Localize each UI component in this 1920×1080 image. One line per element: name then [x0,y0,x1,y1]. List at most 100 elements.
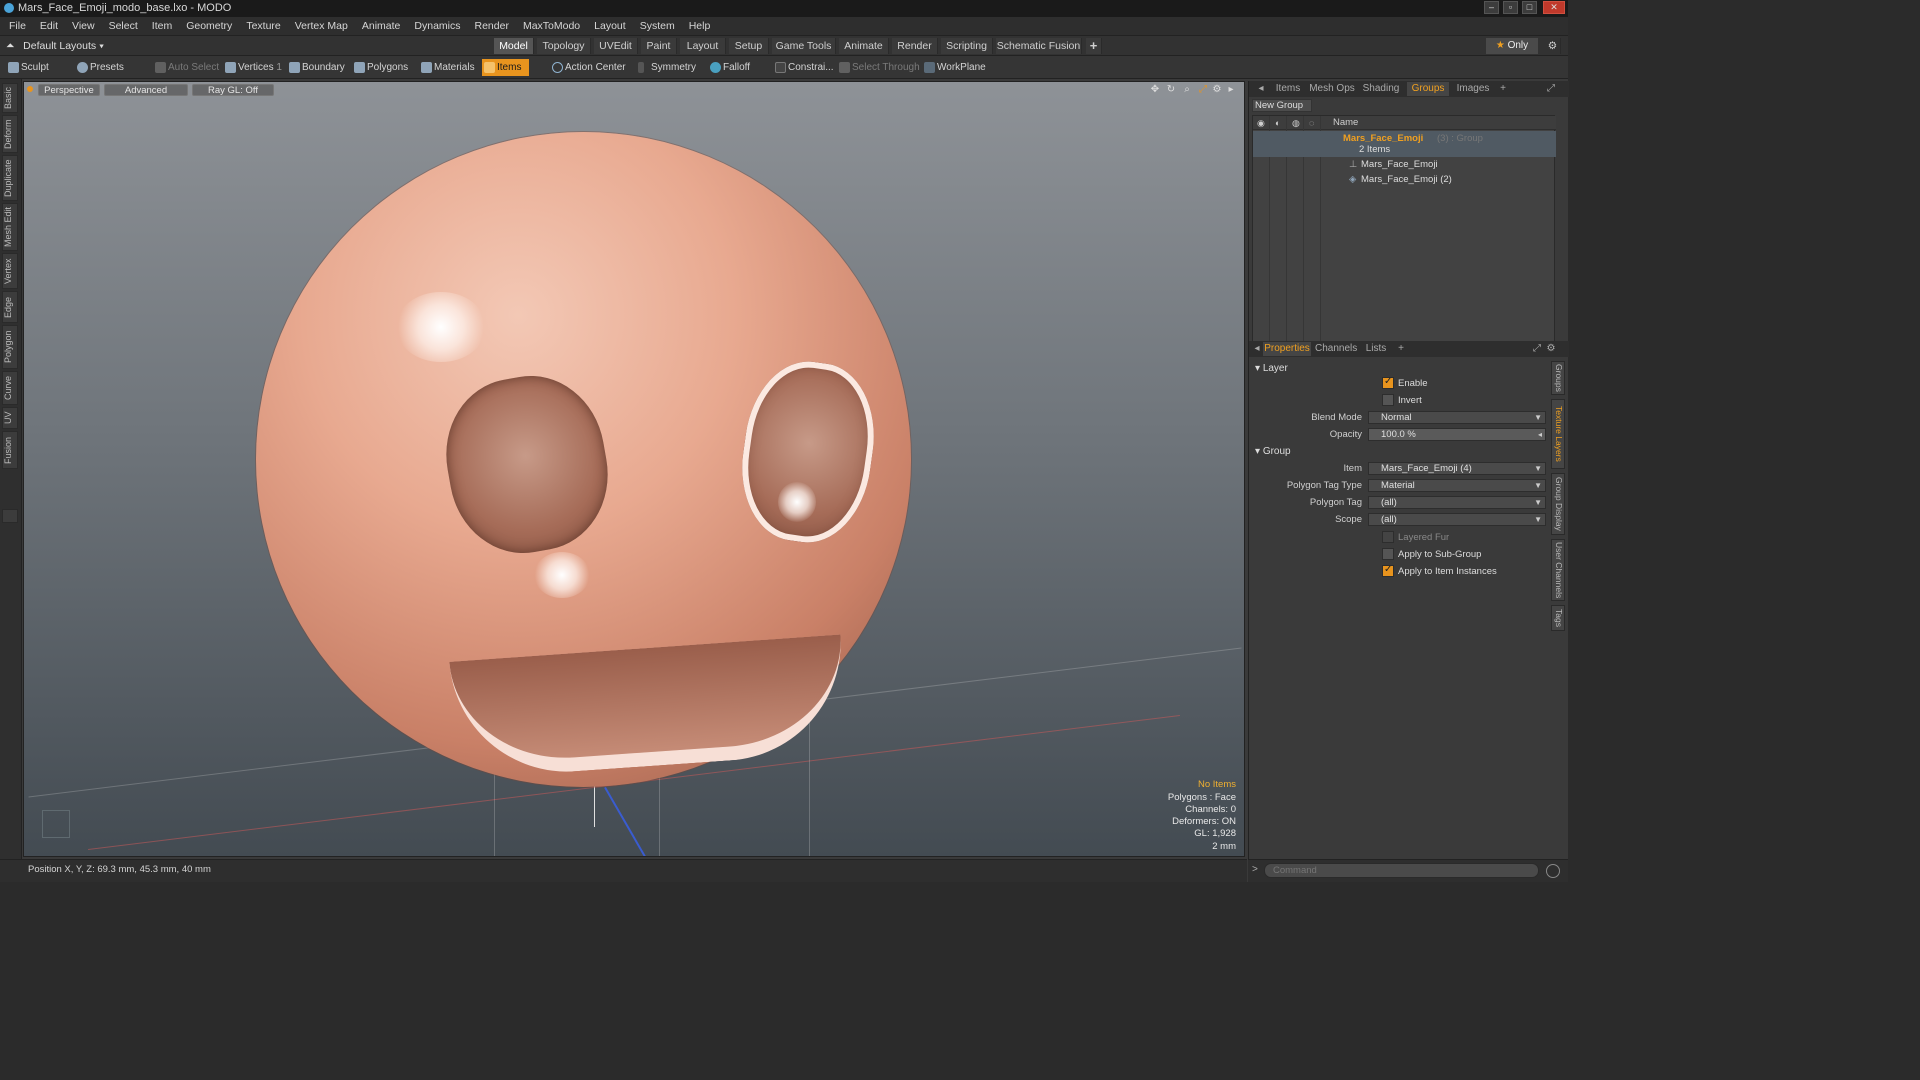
menu-select[interactable]: Select [102,17,145,36]
panel-menu-icon[interactable]: ◂ [1257,82,1265,96]
tab-user-channels[interactable]: User Channels [1551,539,1565,601]
tab-items[interactable]: Items [1271,82,1305,96]
layer-section-header[interactable]: ▾ Layer [1255,363,1288,374]
tab-topology[interactable]: Topology [537,38,591,54]
tab-lists[interactable]: Lists [1361,342,1391,356]
presets-button[interactable]: Presets [75,59,124,76]
tab-schematic-fusion[interactable]: Schematic Fusion [996,38,1082,54]
restore-icon[interactable]: ▫ [1503,1,1518,14]
tab-fusion[interactable]: Fusion [2,431,18,469]
menu-vertex-map[interactable]: Vertex Map [288,17,355,36]
command-history-icon[interactable] [1546,864,1560,878]
tab-groups[interactable]: Groups [1407,82,1449,96]
workplane-button[interactable]: WorkPlane [922,59,986,76]
falloff-button[interactable]: Falloff [708,59,750,76]
menu-render[interactable]: Render [468,17,516,36]
maximize-icon[interactable]: □ [1522,1,1537,14]
polygons-button[interactable]: Polygons [352,59,408,76]
polygon-tag-select[interactable]: (all) ▼ [1368,496,1546,509]
viewport-gear-icon[interactable]: ⚙ [1212,85,1222,95]
menu-edit[interactable]: Edit [33,17,65,36]
group-row[interactable]: Mars_Face_Emoji (3) : Group 2 Items [1253,131,1556,157]
enable-checkbox[interactable] [1382,376,1394,389]
tab-shading[interactable]: Shading [1359,82,1403,96]
menu-item[interactable]: Item [145,17,179,36]
constraints-button[interactable]: Constrai... [773,59,834,76]
item-select[interactable]: Mars_Face_Emoji (4) ▼ [1368,462,1546,475]
add-tab-button[interactable]: + [1086,38,1102,54]
vertices-button[interactable]: Vertices 1 [223,59,282,76]
tab-curve[interactable]: Curve [2,371,18,405]
menu-maxtomodo[interactable]: MaxToModo [516,17,587,36]
tab-game-tools[interactable]: Game Tools [772,38,836,54]
tab-polygon[interactable]: Polygon [2,325,18,369]
tab-setup[interactable]: Setup [729,38,769,54]
layered-fur-checkbox[interactable] [1382,531,1394,543]
raygl-button[interactable]: Ray GL: Off [192,84,274,96]
menu-file[interactable]: File [0,17,33,36]
gear-icon[interactable]: ⚙ [1545,38,1561,54]
command-input[interactable] [1264,863,1539,878]
select-through-button[interactable]: Select Through [837,59,920,76]
tab-uvedit[interactable]: UVEdit [594,38,638,54]
zoom-icon[interactable]: ⌕ [1182,85,1192,95]
tab-properties[interactable]: Properties [1263,342,1311,356]
tab-render[interactable]: Render [892,38,938,54]
apply-sub-group-checkbox[interactable] [1382,548,1394,560]
polygon-tag-type-select[interactable]: Material ▼ [1368,479,1546,492]
tab-group-display[interactable]: Group Display [1551,473,1565,535]
menu-texture[interactable]: Texture [239,17,287,36]
tab-groups-side[interactable]: Groups [1551,361,1565,395]
materials-button[interactable]: Materials [419,59,475,76]
auto-select-button[interactable]: Auto Select [153,59,219,76]
items-button[interactable]: Items [482,59,530,76]
tab-texture-layers[interactable]: Texture Layers [1551,399,1565,469]
add-tab-button[interactable]: + [1395,342,1407,356]
action-center-button[interactable]: Action Center [550,59,626,76]
tab-tags[interactable]: Tags [1551,605,1565,631]
tab-animate[interactable]: Animate [839,38,889,54]
new-group-button[interactable]: New Group [1252,99,1312,112]
menu-view[interactable]: View [65,17,102,36]
panel-toggle[interactable] [2,509,18,523]
group-section-header[interactable]: ▾ Group [1255,446,1291,457]
tab-duplicate[interactable]: Duplicate [2,155,18,201]
tab-basic[interactable]: Basic [2,83,18,113]
menu-geometry[interactable]: Geometry [179,17,239,36]
properties-gear-icon[interactable]: ⚙ [1545,342,1557,356]
pan-icon[interactable]: ✥ [1150,85,1160,95]
tab-deform[interactable]: Deform [2,115,18,153]
tab-channels[interactable]: Channels [1315,342,1357,356]
name-column-header[interactable]: Name [1333,117,1358,128]
view-type-button[interactable]: Perspective [38,84,100,96]
3d-viewport[interactable]: Perspective Advanced Ray GL: Off ✥ ↻ ⌕ ⤢… [23,81,1245,857]
expand-icon[interactable]: ⤢ [1531,342,1543,356]
blend-mode-select[interactable]: Normal ▼ [1368,411,1546,424]
scope-select[interactable]: (all) ▼ [1368,513,1546,526]
layouts-dropdown[interactable]: ⏶ Default Layouts ▾ [6,36,104,56]
mars-face-emoji-mesh[interactable] [256,132,911,787]
minimize-icon[interactable]: – [1484,1,1499,14]
list-item[interactable]: ◈ Mars_Face_Emoji (2) [1253,172,1556,187]
menu-layout[interactable]: Layout [587,17,633,36]
symmetry-button[interactable]: Symmetry [636,59,696,76]
menu-animate[interactable]: Animate [355,17,408,36]
apply-item-instances-checkbox[interactable] [1382,564,1394,577]
only-button[interactable]: ★ Only [1486,38,1538,54]
menu-system[interactable]: System [633,17,682,36]
boundary-button[interactable]: Boundary [287,59,345,76]
menu-dynamics[interactable]: Dynamics [407,17,467,36]
sculpt-button[interactable]: Sculpt [6,59,49,76]
tab-images[interactable]: Images [1453,82,1493,96]
tab-scripting[interactable]: Scripting [941,38,993,54]
close-icon[interactable]: ✕ [1543,1,1565,14]
rotate-icon[interactable]: ↻ [1166,85,1176,95]
tab-mesh-edit[interactable]: Mesh Edit [2,203,18,251]
fit-icon[interactable]: ⤢ [1198,85,1208,95]
tab-vertex[interactable]: Vertex [2,253,18,289]
list-item[interactable]: ⊥ Mars_Face_Emoji [1253,157,1556,172]
opacity-field[interactable]: 100.0 % ◂ [1368,428,1546,441]
shading-button[interactable]: Advanced [104,84,188,96]
viewport-expand-icon[interactable]: ▸ [1226,85,1236,95]
tab-edge[interactable]: Edge [2,291,18,323]
